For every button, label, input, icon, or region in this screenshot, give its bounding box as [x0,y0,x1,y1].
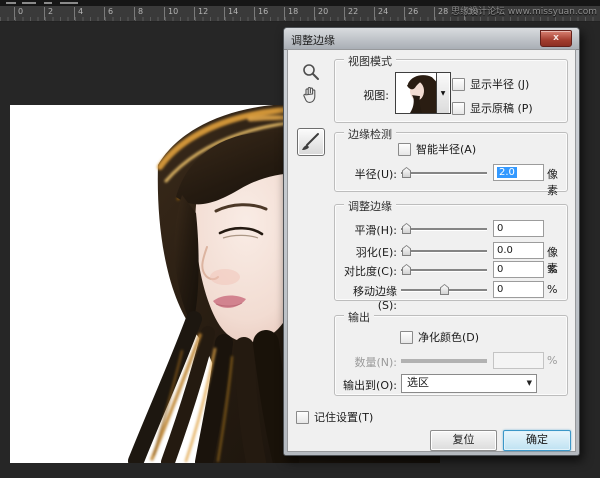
shift-edge-input[interactable]: 0 [493,281,544,298]
radius-slider-thumb[interactable] [402,167,411,178]
shift-edge-unit: % [547,283,557,296]
edge-detection-legend: 边缘检测 [344,126,396,142]
feather-input[interactable]: 0.0 [493,242,544,259]
smooth-value: 0 [497,223,503,234]
ruler-tick: 28 [434,7,448,20]
watermark-url: www.missyuan.com [508,7,597,17]
contrast-unit: % [547,263,557,276]
refine-edge-dialog: 调整边缘 x 视图模式 视图: [283,27,580,456]
amount-unit: % [547,354,557,367]
shift-edge-slider-thumb[interactable] [440,284,449,295]
radius-input[interactable]: 2.0 [493,164,544,181]
ruler-tick: 22 [344,7,358,20]
contrast-slider[interactable] [401,262,487,277]
show-radius-label: 显示半径 (J) [470,76,529,92]
reset-button[interactable]: 复位 [430,430,497,451]
output-to-label: 输出到(O): [335,377,397,393]
ruler-tick: 10 [164,7,178,20]
ruler-tick: 2 [44,7,53,20]
close-button[interactable]: x [540,30,572,47]
show-original-checkbox[interactable] [452,102,465,115]
smart-radius-option: 智能半径(A) [398,141,476,157]
show-original-option: 显示原稿 (P) [452,100,533,116]
ruler-tick: 8 [134,7,143,20]
radius-value: 2.0 [497,167,517,178]
ruler-tick: 24 [374,7,388,20]
reset-button-label: 复位 [453,433,475,446]
view-label: 视图: [335,87,389,103]
ruler-tick: 18 [284,7,298,20]
ruler-tick: 20 [314,7,328,20]
decontaminate-label: 净化颜色(D) [418,329,479,345]
shift-edge-value: 0 [497,284,503,295]
smooth-label: 平滑(H): [335,222,397,238]
smart-radius-label: 智能半径(A) [416,141,476,157]
smooth-slider[interactable] [401,221,487,236]
adjust-edge-legend: 调整边缘 [344,198,396,214]
dialog-title: 调整边缘 [291,32,335,48]
refine-radius-brush-button[interactable] [297,128,325,156]
feather-slider[interactable] [401,243,487,258]
ruler-tick: 12 [194,7,208,20]
adjust-edge-group: 调整边缘 平滑(H): 0 羽化(E): 0.0 像素 [334,204,568,301]
show-original-label: 显示原稿 (P) [470,100,533,116]
ruler-tick: 6 [104,7,113,20]
dropdown-arrow-icon[interactable]: ▼ [527,375,532,391]
contrast-slider-thumb[interactable] [402,264,411,275]
output-to-value: 选区 [407,375,429,391]
contrast-value: 0 [497,264,503,275]
feather-label: 羽化(E): [335,244,397,260]
radius-label: 半径(U): [335,166,397,182]
output-legend: 输出 [344,309,374,325]
output-group: 输出 净化颜色(D) 数量(N): % 输出到(O): 选区 ▼ [334,315,568,396]
view-thumbnail-dropdown[interactable]: ▼ [395,72,451,114]
remember-settings-option: 记住设置(T) [296,409,373,425]
decontaminate-colors-checkbox[interactable] [400,331,413,344]
feather-value: 0.0 [497,245,513,256]
decontaminate-option: 净化颜色(D) [400,329,479,345]
smart-radius-checkbox[interactable] [398,143,411,156]
ok-button-label: 确定 [526,433,548,446]
smooth-input[interactable]: 0 [493,220,544,237]
contrast-input[interactable]: 0 [493,261,544,278]
dialog-titlebar[interactable]: 调整边缘 x [284,28,579,50]
close-icon: x [553,33,559,43]
output-to-select[interactable]: 选区 ▼ [401,374,537,393]
ruler-tick: 16 [254,7,268,20]
watermark-text: 思缘设计论坛 www.missyuan.com [451,4,597,17]
photoshop-workspace: 024681012141618202224262830 思缘设计论坛 www.m… [0,0,600,478]
hand-tool-icon[interactable] [300,85,320,105]
radius-unit: 像素 [547,166,561,198]
show-radius-option: 显示半径 (J) [452,76,529,92]
ruler-tick: 26 [404,7,418,20]
radius-slider[interactable] [401,165,487,180]
shift-edge-slider[interactable] [401,282,487,297]
contrast-label: 对比度(C): [335,263,397,279]
chevron-down-icon[interactable]: ▼ [436,73,449,113]
remember-settings-label: 记住设置(T) [314,409,373,425]
show-radius-checkbox[interactable] [452,78,465,91]
ruler-tick: 14 [224,7,238,20]
remember-settings-checkbox[interactable] [296,411,309,424]
view-thumbnail [396,73,436,113]
amount-input [493,352,544,369]
view-mode-legend: 视图模式 [344,53,396,69]
brush-icon [299,129,323,153]
view-mode-group: 视图模式 视图: ▼ 显示半径 (J) [334,59,568,123]
ok-button[interactable]: 确定 [503,430,571,451]
edge-detection-group: 边缘检测 智能半径(A) 半径(U): 2.0 像素 [334,132,568,192]
ruler-tick: 0 [14,7,23,20]
smooth-slider-thumb[interactable] [402,223,411,234]
amount-slider [401,353,487,368]
watermark-site: 思缘设计论坛 [451,7,505,17]
zoom-tool-icon[interactable] [301,62,321,82]
amount-label: 数量(N): [335,354,397,370]
ruler-tick: 4 [74,7,83,20]
shift-edge-label: 移动边缘(S): [335,283,397,312]
feather-slider-thumb[interactable] [402,245,411,256]
